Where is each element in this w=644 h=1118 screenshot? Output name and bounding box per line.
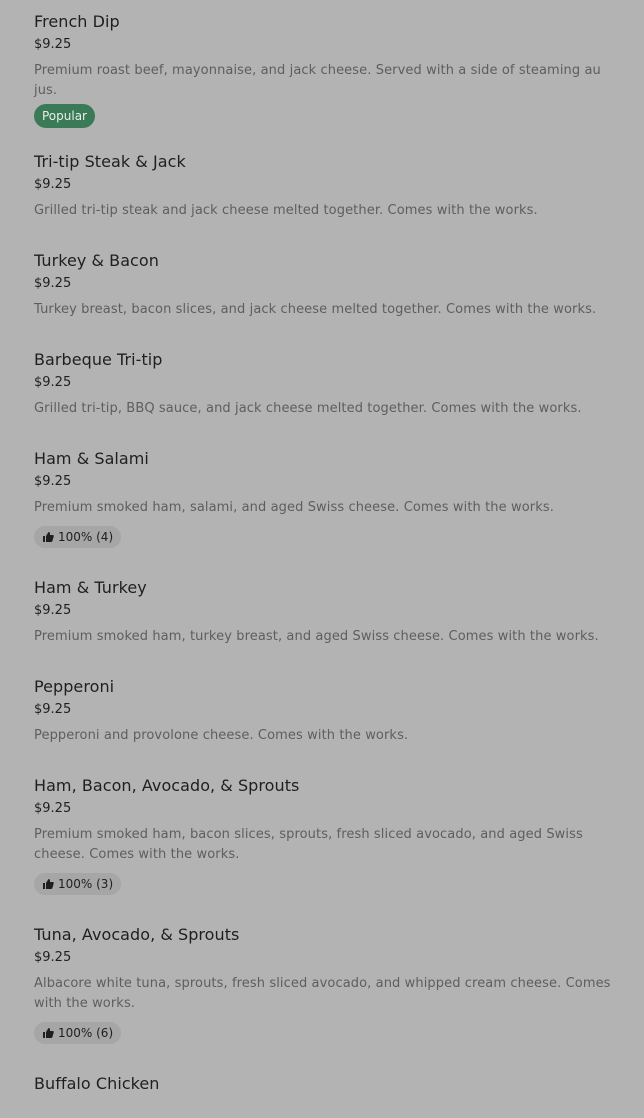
rating-badge: 100% (6) [34, 1022, 122, 1044]
menu-item[interactable]: Barbeque Tri-tip $9.25 Grilled tri-tip, … [34, 350, 624, 419]
menu-item[interactable]: Pepperoni $9.25 Pepperoni and provolone … [34, 677, 624, 746]
item-description: Grilled tri-tip, BBQ sauce, and jack che… [34, 401, 582, 416]
item-price: $9.25 [34, 801, 72, 816]
menu-item[interactable]: Ham & Salami $9.25 Premium smoked ham, s… [34, 449, 624, 548]
item-price: $9.25 [34, 37, 72, 52]
item-name: Ham & Salami [34, 449, 149, 468]
popular-badge: Popular [34, 104, 95, 128]
item-price: $9.25 [34, 702, 72, 717]
item-price: $9.25 [34, 276, 72, 291]
menu-item[interactable]: Tuna, Avocado, & Sprouts $9.25 Albacore … [34, 925, 624, 1044]
rating-text: 100% (4) [58, 530, 114, 544]
item-price: $9.25 [34, 950, 72, 965]
item-name: Ham & Turkey [34, 578, 147, 597]
item-description: Pepperoni and provolone cheese. Comes wi… [34, 728, 409, 743]
item-description: Premium roast beef, mayonnaise, and jack… [34, 63, 601, 98]
item-description: Turkey breast, bacon slices, and jack ch… [34, 302, 597, 317]
thumbs-up-icon [42, 1027, 54, 1039]
thumbs-up-icon [42, 531, 54, 543]
item-name: Buffalo Chicken [34, 1074, 160, 1093]
item-name: Turkey & Bacon [34, 251, 159, 270]
item-price: $9.25 [34, 375, 72, 390]
item-name: Barbeque Tri-tip [34, 350, 163, 369]
menu-item[interactable]: Turkey & Bacon $9.25 Turkey breast, baco… [34, 251, 624, 320]
item-name: Tri-tip Steak & Jack [34, 152, 186, 171]
menu-item[interactable]: Tri-tip Steak & Jack $9.25 Grilled tri-t… [34, 152, 624, 221]
item-description: Albacore white tuna, sprouts, fresh slic… [34, 976, 611, 1011]
rating-text: 100% (6) [58, 1026, 114, 1040]
item-price: $9.25 [34, 177, 72, 192]
menu-item[interactable]: French Dip $9.25 Premium roast beef, may… [34, 12, 624, 128]
menu-item-list: French Dip $9.25 Premium roast beef, may… [34, 12, 624, 1118]
rating-badge: 100% (3) [34, 873, 122, 895]
item-description: Premium smoked ham, salami, and aged Swi… [34, 500, 554, 515]
item-name: Ham, Bacon, Avocado, & Sprouts [34, 776, 300, 795]
item-name: Pepperoni [34, 677, 115, 696]
menu-item[interactable]: Ham & Turkey $9.25 Premium smoked ham, t… [34, 578, 624, 647]
rating-text: 100% (3) [58, 877, 114, 891]
rating-badge: 100% (4) [34, 526, 122, 548]
item-description: Grilled tri-tip steak and jack cheese me… [34, 203, 538, 218]
item-price: $9.25 [34, 603, 72, 618]
item-name: French Dip [34, 12, 120, 31]
item-description: Premium smoked ham, turkey breast, and a… [34, 629, 599, 644]
item-name: Tuna, Avocado, & Sprouts [34, 925, 240, 944]
thumbs-up-icon [42, 878, 54, 890]
item-description: Premium smoked ham, bacon slices, sprout… [34, 827, 583, 862]
menu-item[interactable]: Buffalo Chicken [34, 1074, 624, 1094]
item-price: $9.25 [34, 474, 72, 489]
menu-item[interactable]: Ham, Bacon, Avocado, & Sprouts $9.25 Pre… [34, 776, 624, 895]
